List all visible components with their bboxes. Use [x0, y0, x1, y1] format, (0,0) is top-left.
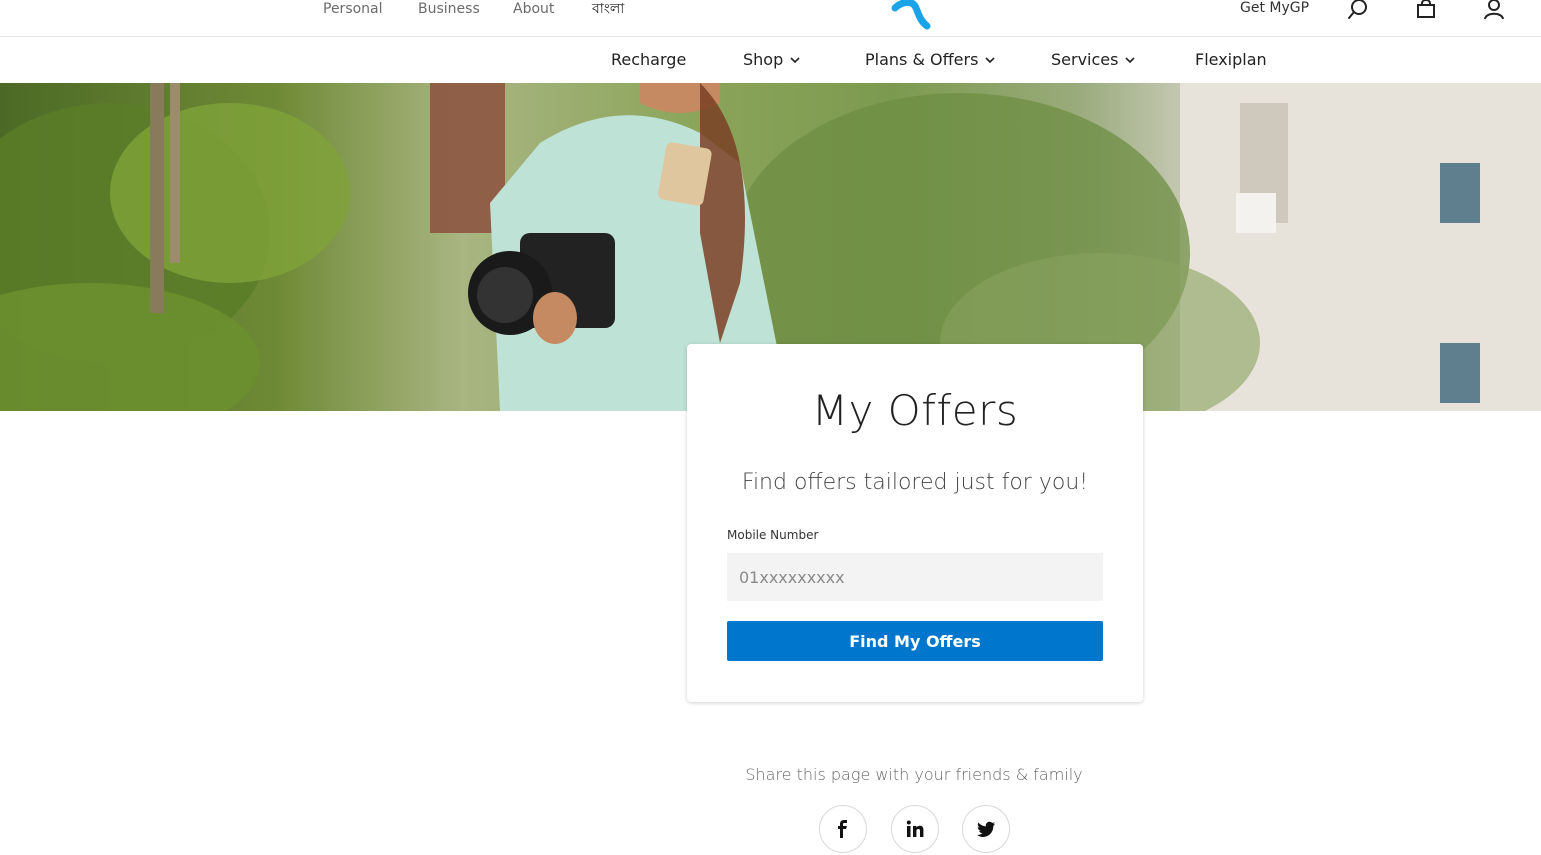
linkedin-share-button[interactable]	[891, 805, 939, 853]
link-bangla[interactable]: বাংলা	[592, 0, 624, 18]
nav-shop[interactable]: Shop	[743, 50, 801, 70]
share-text: Share this page with your friends & fami…	[745, 765, 1083, 784]
main-navigation: Recharge Shop Plans & Offers Services Fl…	[0, 38, 1541, 83]
page-title: My Offers	[811, 386, 1019, 435]
top-utility-bar: Personal Business About বাংলা Get MyGP	[0, 0, 1541, 37]
nav-label: Flexiplan	[1195, 50, 1267, 69]
find-my-offers-button[interactable]: Find My Offers	[727, 621, 1103, 661]
chevron-down-icon	[790, 57, 800, 64]
my-offers-card: My Offers Find offers tailored just for …	[687, 344, 1143, 702]
twitter-icon	[977, 821, 995, 837]
link-business[interactable]: Business	[418, 0, 480, 18]
card-subtitle: Find offers tailored just for you!	[741, 470, 1089, 495]
chevron-down-icon	[1125, 57, 1136, 64]
nav-flexiplan[interactable]: Flexiplan	[1195, 50, 1267, 70]
search-icon[interactable]	[1346, 0, 1370, 22]
nav-recharge[interactable]: Recharge	[611, 50, 686, 70]
twitter-share-button[interactable]	[962, 805, 1010, 853]
nav-services[interactable]: Services	[1051, 50, 1136, 70]
grameenphone-logo-icon[interactable]	[889, 0, 935, 30]
link-about[interactable]: About	[513, 0, 554, 18]
facebook-share-button[interactable]	[819, 805, 867, 853]
chevron-down-icon	[985, 57, 995, 64]
mobile-number-input[interactable]	[727, 553, 1103, 601]
linkedin-icon	[906, 820, 924, 837]
nav-label: Recharge	[611, 50, 687, 69]
get-mygp-link[interactable]: Get MyGP	[1240, 0, 1309, 16]
user-account-icon[interactable]	[1482, 0, 1506, 22]
mobile-number-label: Mobile Number	[727, 528, 819, 542]
shopping-bag-icon[interactable]	[1414, 0, 1438, 22]
nav-label: Shop	[743, 50, 784, 69]
nav-plans-offers[interactable]: Plans & Offers	[865, 50, 996, 70]
nav-label: Plans & Offers	[865, 50, 979, 69]
facebook-icon	[838, 820, 847, 838]
nav-label: Services	[1051, 50, 1119, 69]
link-personal[interactable]: Personal	[323, 0, 383, 18]
